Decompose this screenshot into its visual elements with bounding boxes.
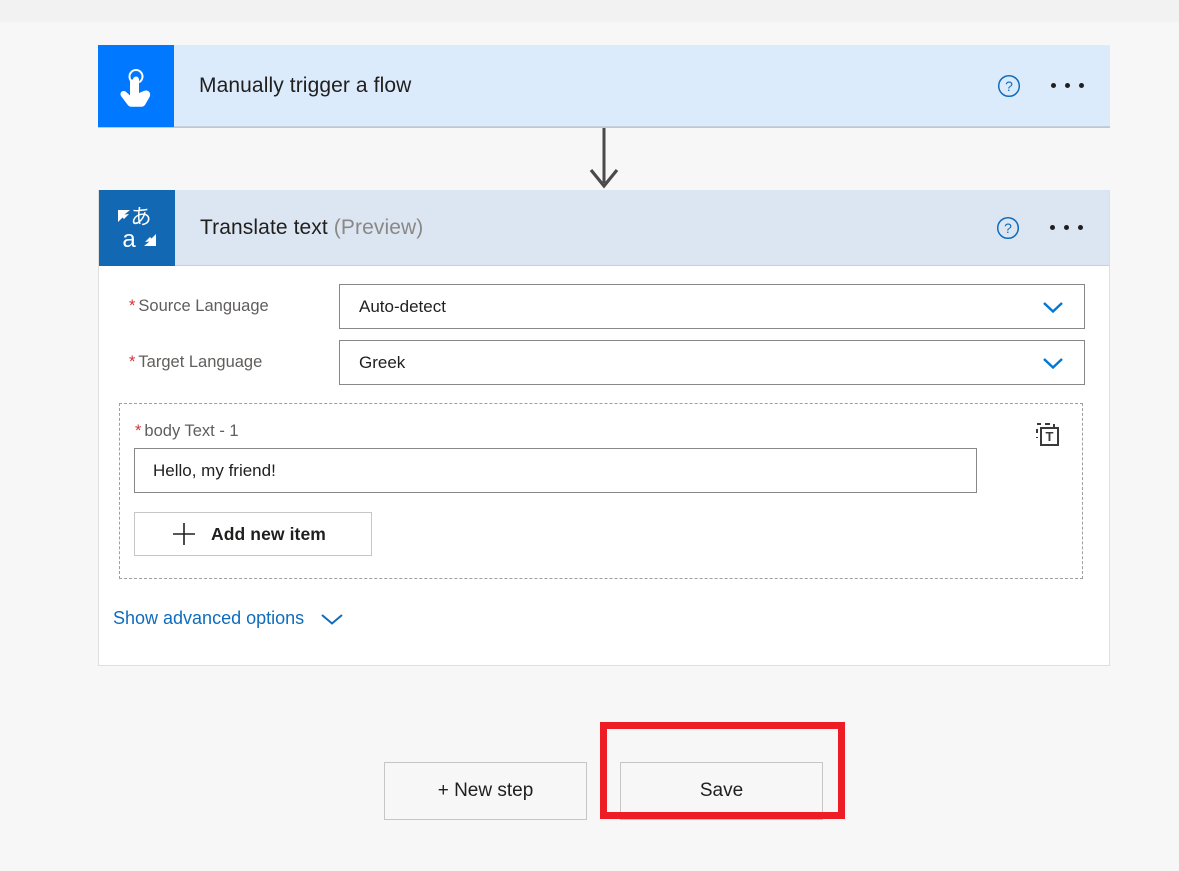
body-text-label-text: body Text - 1 — [144, 422, 238, 440]
add-new-item-label: Add new item — [211, 524, 326, 545]
trigger-title-area: Manually trigger a flow — [174, 45, 997, 126]
source-language-row: *Source Language Auto-detect — [113, 284, 1085, 329]
svg-text:?: ? — [1004, 220, 1012, 236]
translate-text-card[interactable]: あ a Translate text (Preview) ? — [98, 190, 1110, 666]
action-card-title: Translate text (Preview) — [200, 216, 423, 240]
trigger-card-title: Manually trigger a flow — [199, 74, 411, 98]
action-card-preview-label: (Preview) — [334, 216, 424, 239]
action-card-header[interactable]: あ a Translate text (Preview) ? — [99, 190, 1109, 266]
body-text-array-section: *body Text - 1 Hello, my friend! T — [119, 403, 1083, 579]
source-language-value: Auto-detect — [340, 297, 446, 317]
save-button[interactable]: Save — [620, 762, 823, 820]
required-asterisk: * — [129, 297, 135, 315]
required-asterisk: * — [129, 353, 135, 371]
trigger-card[interactable]: Manually trigger a flow ? — [98, 45, 1110, 128]
dynamic-content-icon[interactable]: T — [1033, 420, 1063, 450]
footer-actions: + New step Save — [0, 762, 1179, 832]
action-title-area: Translate text (Preview) — [175, 190, 996, 265]
translate-icon: あ a — [99, 190, 175, 266]
target-language-label: *Target Language — [113, 353, 339, 372]
new-step-button[interactable]: + New step — [384, 762, 587, 820]
action-card-body: *Source Language Auto-detect *Target Lan… — [99, 266, 1109, 629]
target-language-dropdown[interactable]: Greek — [339, 340, 1085, 385]
source-language-label-text: Source Language — [138, 297, 268, 315]
source-language-label: *Source Language — [113, 297, 339, 316]
chevron-down-icon[interactable] — [320, 612, 344, 626]
plus-icon — [171, 521, 197, 547]
help-circle-icon[interactable]: ? — [997, 74, 1021, 98]
body-text-label: *body Text - 1 — [135, 422, 1062, 441]
trigger-card-header[interactable]: Manually trigger a flow ? — [98, 45, 1110, 127]
required-asterisk: * — [135, 422, 141, 440]
add-new-item-button[interactable]: Add new item — [134, 512, 372, 556]
trigger-ellipsis-icon[interactable] — [1051, 83, 1084, 88]
svg-text:a: a — [122, 226, 136, 253]
help-circle-icon[interactable]: ? — [996, 216, 1020, 240]
action-card-actions: ? — [996, 190, 1109, 265]
target-language-label-text: Target Language — [138, 353, 262, 371]
action-ellipsis-icon[interactable] — [1050, 225, 1083, 230]
action-card-title-main: Translate text — [200, 216, 328, 239]
show-advanced-options-label: Show advanced options — [113, 608, 304, 629]
source-language-dropdown[interactable]: Auto-detect — [339, 284, 1085, 329]
chevron-down-icon[interactable] — [1042, 356, 1064, 370]
flow-canvas: Manually trigger a flow ? — [0, 22, 1179, 871]
trigger-card-actions: ? — [997, 45, 1110, 126]
tap-hand-icon — [98, 45, 174, 127]
show-advanced-options-toggle[interactable]: Show advanced options — [113, 608, 344, 629]
svg-text:?: ? — [1005, 78, 1013, 94]
target-language-row: *Target Language Greek — [113, 340, 1085, 385]
chevron-down-icon[interactable] — [1042, 300, 1064, 314]
body-text-value: Hello, my friend! — [135, 461, 276, 481]
target-language-value: Greek — [340, 353, 405, 373]
body-text-input[interactable]: Hello, my friend! — [134, 448, 977, 493]
top-band — [0, 0, 1179, 22]
down-arrow-icon — [588, 128, 620, 190]
svg-text:T: T — [1046, 429, 1054, 444]
